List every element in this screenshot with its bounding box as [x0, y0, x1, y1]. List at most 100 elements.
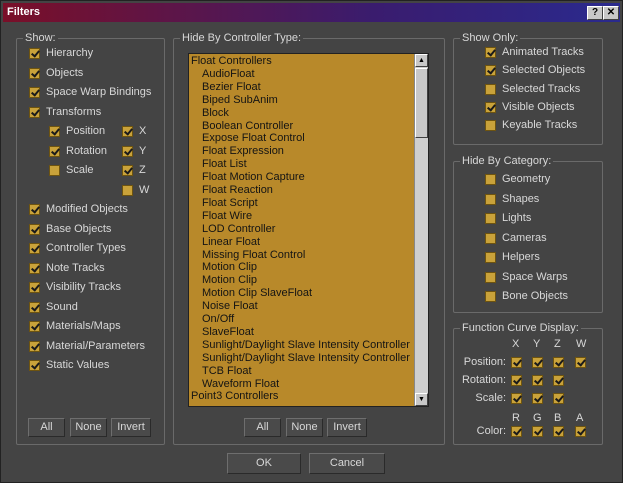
- controller-list-item[interactable]: Waveform Float: [202, 378, 279, 391]
- show-checkbox[interactable]: [29, 360, 40, 371]
- transform-checkbox[interactable]: [49, 126, 60, 137]
- show-label: Base Objects: [46, 222, 112, 235]
- controller-list-item[interactable]: AudioFloat: [202, 68, 255, 81]
- list-scrollbar[interactable]: ▲ ▼: [414, 54, 428, 406]
- category-label: Cameras: [502, 231, 547, 244]
- controller-list-item[interactable]: Float Script: [202, 197, 258, 210]
- show-checkbox[interactable]: [29, 223, 40, 235]
- scroll-thumb[interactable]: [415, 68, 428, 138]
- category-checkbox[interactable]: [485, 291, 496, 302]
- show-checkbox[interactable]: [29, 67, 40, 79]
- help-button[interactable]: ?: [587, 6, 603, 20]
- axis-label: X: [139, 125, 147, 137]
- controller-list-item[interactable]: TCB Float: [202, 365, 252, 378]
- controller-all-button[interactable]: All: [244, 418, 281, 437]
- show-checkbox[interactable]: [29, 87, 40, 98]
- fc-checkbox[interactable]: [532, 393, 543, 404]
- ok-button[interactable]: OK: [227, 453, 301, 474]
- controller-list-item[interactable]: Motion Clip SlaveFloat: [202, 287, 312, 300]
- fc-checkbox[interactable]: [511, 393, 522, 404]
- axis-label: W: [139, 183, 150, 196]
- show-checkbox[interactable]: [29, 262, 40, 274]
- show-only-checkbox[interactable]: [485, 47, 496, 58]
- show-checkbox[interactable]: [29, 243, 40, 254]
- show-only-label: Selected Objects: [502, 64, 586, 77]
- axis-checkbox[interactable]: [122, 184, 133, 196]
- category-checkbox[interactable]: [485, 252, 496, 263]
- controller-list-item[interactable]: Float Expression: [202, 145, 284, 158]
- controller-type-list[interactable]: Float Controllers AudioFloat Bezier Float B…: [188, 53, 429, 407]
- fc-checkbox[interactable]: [511, 375, 522, 386]
- controller-list-item[interactable]: Float List: [202, 158, 247, 171]
- fc-checkbox[interactable]: [532, 375, 543, 386]
- fc-checkbox[interactable]: [575, 357, 586, 368]
- controller-list-item[interactable]: Bezier Float: [202, 81, 261, 94]
- axis-checkbox[interactable]: [122, 126, 133, 137]
- category-label: Lights: [502, 212, 532, 224]
- controller-list-item[interactable]: Block: [202, 107, 229, 120]
- category-checkbox[interactable]: [485, 271, 496, 283]
- transform-checkbox[interactable]: [49, 165, 60, 176]
- controller-list-item[interactable]: Linear Float: [202, 236, 260, 249]
- controller-list-item[interactable]: Float Reaction: [202, 184, 273, 197]
- controller-list-item[interactable]: Float Wire: [202, 210, 252, 223]
- fc-checkbox[interactable]: [532, 357, 543, 368]
- controller-list-item[interactable]: On/Off: [202, 313, 234, 326]
- show-label: Sound: [46, 300, 78, 313]
- controller-list-item[interactable]: Float Controllers: [191, 55, 272, 68]
- fc-color-checkbox[interactable]: [553, 426, 564, 437]
- scroll-down-arrow-icon[interactable]: ▼: [415, 393, 428, 406]
- controller-list-item[interactable]: Point3 Controllers: [191, 390, 278, 403]
- controller-list-item[interactable]: Sunlight/Daylight Slave Intensity Contro…: [202, 339, 410, 352]
- show-invert-button[interactable]: Invert: [111, 418, 151, 437]
- controller-list-item[interactable]: Expose Float Control: [202, 132, 305, 145]
- controller-list-item[interactable]: Missing Float Control: [202, 249, 305, 262]
- show-checkbox[interactable]: [29, 48, 40, 59]
- fc-color-header: G: [533, 412, 542, 424]
- show-checkbox[interactable]: [29, 301, 40, 313]
- fc-checkbox[interactable]: [511, 357, 522, 368]
- fc-axis-header: X: [512, 338, 520, 350]
- show-only-checkbox[interactable]: [485, 83, 496, 95]
- show-checkbox[interactable]: [29, 106, 40, 118]
- controller-list-item[interactable]: Boolean Controller: [202, 120, 293, 133]
- category-checkbox[interactable]: [485, 174, 496, 185]
- fc-color-checkbox[interactable]: [511, 426, 522, 437]
- fc-checkbox[interactable]: [553, 393, 564, 404]
- category-checkbox[interactable]: [485, 232, 496, 244]
- controller-list-item[interactable]: Biped SubAnim: [202, 94, 278, 107]
- controller-none-button[interactable]: None: [286, 418, 323, 437]
- controller-list-item[interactable]: SlaveFloat: [202, 326, 254, 339]
- controller-list-item[interactable]: Noise Float: [202, 300, 258, 313]
- fc-color-checkbox[interactable]: [532, 426, 543, 437]
- controller-list-item[interactable]: Motion Clip: [202, 274, 257, 287]
- show-all-button[interactable]: All: [28, 418, 65, 437]
- controller-list-item[interactable]: Motion Clip: [202, 261, 257, 274]
- show-checkbox[interactable]: [29, 282, 40, 293]
- category-checkbox[interactable]: [485, 193, 496, 205]
- controller-list-item[interactable]: Float Motion Capture: [202, 171, 305, 184]
- fc-checkbox[interactable]: [553, 357, 564, 368]
- show-checkbox[interactable]: [29, 321, 40, 332]
- controller-invert-button[interactable]: Invert: [327, 418, 367, 437]
- show-none-button[interactable]: None: [70, 418, 107, 437]
- category-checkbox[interactable]: [485, 213, 496, 224]
- fc-color-checkbox[interactable]: [575, 426, 586, 437]
- show-checkbox[interactable]: [29, 340, 40, 352]
- show-only-checkbox[interactable]: [485, 65, 496, 77]
- show-checkbox[interactable]: [29, 204, 40, 215]
- controller-list-item[interactable]: LOD Controller: [202, 223, 275, 236]
- axis-checkbox[interactable]: [122, 165, 133, 176]
- fc-checkbox[interactable]: [553, 375, 564, 386]
- show-only-checkbox[interactable]: [485, 120, 496, 132]
- axis-checkbox[interactable]: [122, 145, 133, 157]
- fc-axis-header: Y: [533, 338, 541, 350]
- transform-checkbox[interactable]: [49, 145, 60, 157]
- category-label: Space Warps: [502, 270, 568, 283]
- controller-list-item[interactable]: Sunlight/Daylight Slave Intensity Contro…: [202, 352, 410, 365]
- show-label: Material/Parameters: [46, 339, 146, 352]
- close-button[interactable]: ✕: [603, 6, 619, 20]
- scroll-up-arrow-icon[interactable]: ▲: [415, 54, 428, 67]
- show-only-checkbox[interactable]: [485, 101, 496, 113]
- cancel-button[interactable]: Cancel: [309, 453, 385, 474]
